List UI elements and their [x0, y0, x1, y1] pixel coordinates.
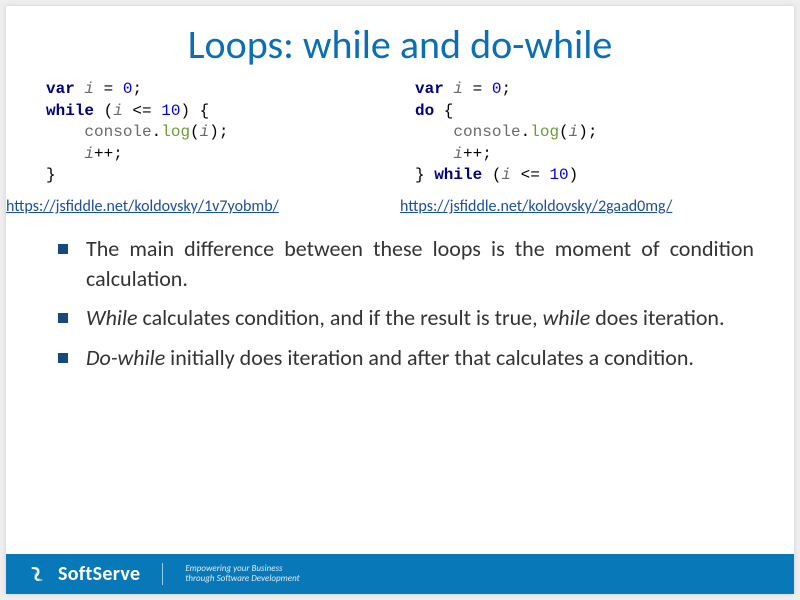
brand-tagline: Empowering your Business through Softwar… — [185, 564, 299, 585]
footer-separator — [162, 563, 163, 585]
logo-icon — [28, 565, 46, 583]
slide: Loops: while and do-while var i = 0; whi… — [6, 6, 794, 594]
bullet-list: The main difference between these loops … — [6, 224, 794, 373]
list-item: Do-while initially does iteration and af… — [58, 343, 754, 373]
code-columns: var i = 0; while (i <= 10) { console.log… — [6, 69, 794, 193]
page-title: Loops: while and do-while — [6, 6, 794, 69]
links-row: https://jsfiddle.net/koldovsky/1v7yobmb/… — [6, 193, 794, 224]
list-item: The main difference between these loops … — [58, 234, 754, 293]
list-item: While calculates condition, and if the r… — [58, 303, 754, 333]
code-do-while: var i = 0; do { console.log(i); i++; } w… — [415, 79, 754, 187]
tagline-line1: Empowering your Business — [185, 563, 282, 574]
code-col-while: var i = 0; while (i <= 10) { console.log… — [46, 79, 385, 187]
link-do-while-fiddle[interactable]: https://jsfiddle.net/koldovsky/2gaad0mg/ — [400, 197, 794, 216]
brand-name: SoftServe — [58, 562, 140, 586]
code-col-do-while: var i = 0; do { console.log(i); i++; } w… — [385, 79, 754, 187]
code-while: var i = 0; while (i <= 10) { console.log… — [46, 79, 385, 187]
footer: SoftServe Empowering your Business throu… — [6, 554, 794, 594]
link-while-fiddle[interactable]: https://jsfiddle.net/koldovsky/1v7yobmb/ — [6, 197, 400, 216]
tagline-line2: through Software Development — [185, 573, 299, 584]
